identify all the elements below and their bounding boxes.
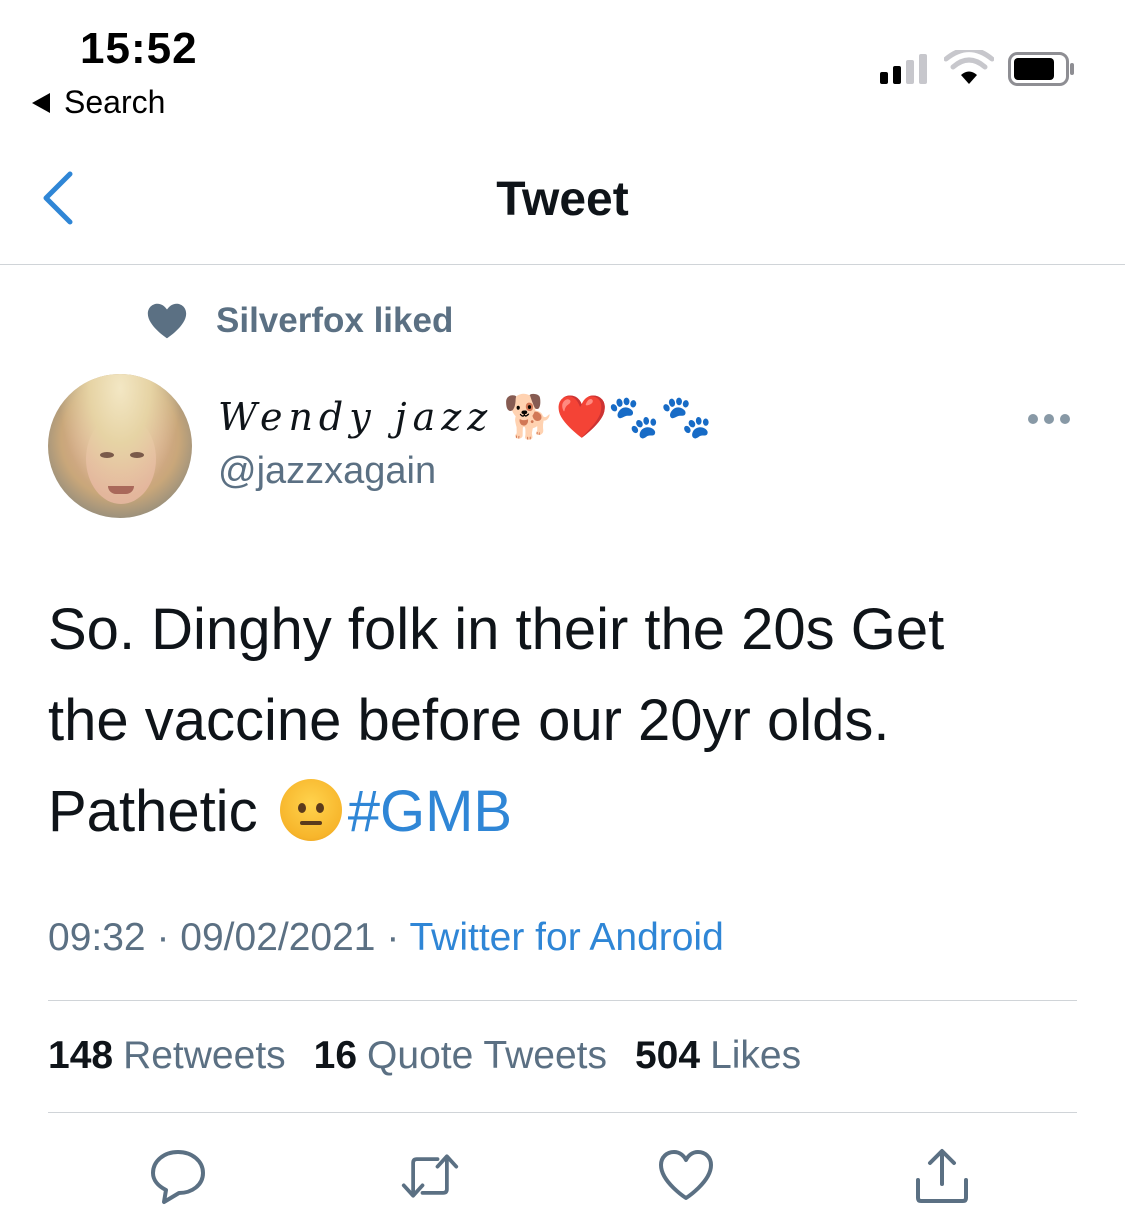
avatar-eye xyxy=(130,452,144,458)
likes-count: 504 xyxy=(634,1034,701,1077)
page-title: Tweet xyxy=(496,173,629,226)
tweet-line-1: So. Dinghy folk in their the 20s Get xyxy=(48,597,945,662)
avatar-eye xyxy=(100,452,114,458)
retweets-count: 148 xyxy=(48,1034,114,1077)
like-button[interactable] xyxy=(656,1146,716,1206)
meta-separator: · xyxy=(386,916,400,959)
author-display-name: Wendy jazz xyxy=(218,395,494,439)
author-emojis: 🐕❤️🐾🐾 xyxy=(503,392,713,441)
quote-tweets-label: Quote Tweets xyxy=(367,1034,607,1077)
divider xyxy=(48,1000,1077,1001)
meta-separator: · xyxy=(156,916,170,959)
more-dot xyxy=(1060,414,1070,424)
retweets-label: Retweets xyxy=(123,1034,286,1077)
retweet-icon xyxy=(401,1154,459,1198)
wifi-icon xyxy=(944,50,994,84)
avatar-hair xyxy=(48,374,192,518)
tweet-text: So. Dinghy folk in their the 20s Get the… xyxy=(48,584,1088,857)
more-dot xyxy=(1028,414,1038,424)
social-context[interactable]: Silverfox liked xyxy=(144,298,453,344)
tweet-line-2: the vaccine before our 20yr olds. xyxy=(48,688,890,753)
tweet-line-3-text: Pathetic xyxy=(48,779,258,844)
tweet-source-link[interactable]: Twitter for Android xyxy=(409,916,723,959)
status-time: 15:52 xyxy=(80,24,198,73)
back-triangle-icon xyxy=(32,92,50,113)
back-to-search[interactable]: Search xyxy=(32,84,165,121)
social-context-label: Silverfox liked xyxy=(216,301,454,340)
heart-icon xyxy=(147,303,187,339)
avatar-mouth xyxy=(108,486,134,494)
author-name[interactable]: Wendy jazz 🐕❤️🐾🐾 xyxy=(218,392,712,442)
battery-icon xyxy=(1008,52,1074,86)
reply-button[interactable] xyxy=(148,1146,208,1206)
share-button[interactable] xyxy=(912,1146,972,1206)
hashtag-link[interactable]: #GMB xyxy=(348,779,512,844)
divider xyxy=(48,1112,1077,1113)
back-to-search-label: Search xyxy=(64,84,166,120)
quote-tweets-count: 16 xyxy=(313,1034,358,1077)
likes-label: Likes xyxy=(710,1034,802,1077)
tweet-meta: 09:32 · 09/02/2021 · Twitter for Android xyxy=(48,916,724,960)
tweet-time: 09:32 xyxy=(48,916,146,959)
cellular-signal-icon xyxy=(880,52,927,84)
reply-icon xyxy=(151,1150,205,1204)
tweet-stats: 148 Retweets 16 Quote Tweets 504 Likes xyxy=(48,1034,801,1078)
angry-face-emoji-icon xyxy=(279,779,342,841)
share-icon xyxy=(916,1149,968,1203)
quote-tweets-stat[interactable]: 16 Quote Tweets xyxy=(314,1034,607,1078)
likes-stat[interactable]: 504 Likes xyxy=(635,1034,801,1078)
more-icon[interactable] xyxy=(1028,414,1070,424)
more-dot xyxy=(1044,414,1054,424)
tweet-date: 09/02/2021 xyxy=(180,916,376,959)
tweet-line-3: Pathetic #GMB xyxy=(48,766,1088,857)
author-handle[interactable]: @jazzxagain xyxy=(218,450,436,493)
avatar[interactable] xyxy=(48,374,192,518)
retweet-button[interactable] xyxy=(400,1146,460,1206)
nav-divider xyxy=(0,264,1125,265)
like-icon xyxy=(659,1150,713,1200)
retweets-stat[interactable]: 148 Retweets xyxy=(48,1034,286,1078)
